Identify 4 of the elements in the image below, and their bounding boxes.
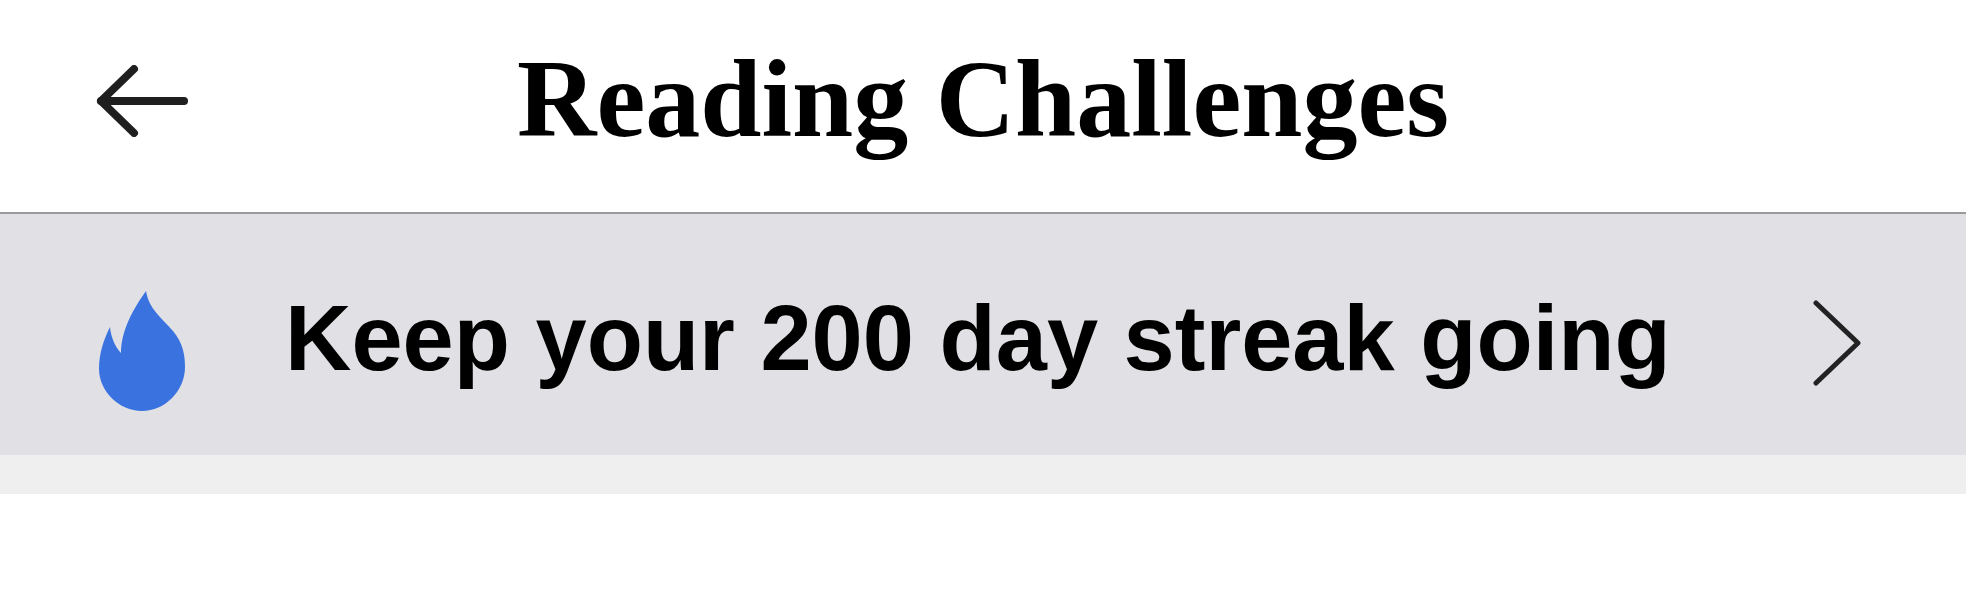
streak-banner[interactable]: Keep your 200 day streak going <box>0 214 1966 455</box>
chevron-right-icon <box>1813 299 1861 386</box>
flame-icon <box>99 290 185 411</box>
page-title: Reading Challenges <box>516 37 1449 162</box>
